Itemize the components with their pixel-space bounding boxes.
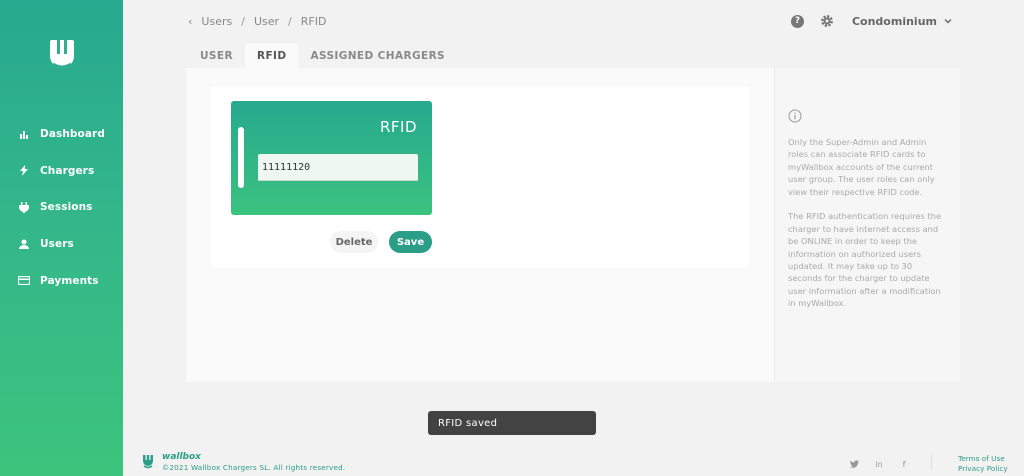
footer-copyright: ©2021 Wallbox Chargers SL. All rights re… [162, 463, 346, 472]
sidebar-nav: Dashboard Chargers Sessions Users Paymen… [0, 116, 123, 299]
footer-links: Terms of Use Privacy Policy [958, 454, 1008, 474]
sidebar-item-label: Dashboard [40, 128, 105, 141]
card-strip [238, 127, 244, 188]
tab-bar: USER RFID ASSIGNED CHARGERS [188, 43, 457, 69]
breadcrumb-separator: / [241, 14, 245, 28]
chevron-left-icon[interactable]: ‹ [188, 15, 192, 28]
organization-selector[interactable]: Condominium [852, 15, 952, 28]
chevron-down-icon [944, 19, 952, 24]
breadcrumb: ‹ Users / User / RFID [188, 14, 326, 28]
breadcrumb-item-user[interactable]: User [254, 15, 279, 28]
toast-notification: RFID saved [428, 411, 596, 435]
sidebar-item-sessions[interactable]: Sessions [0, 189, 123, 226]
footer-brand: wallbox [162, 452, 201, 462]
tab-rfid[interactable]: RFID [244, 43, 299, 69]
gear-icon[interactable] [820, 14, 834, 28]
credit-card-icon [18, 275, 30, 287]
sidebar-item-chargers[interactable]: Chargers [0, 153, 123, 190]
breadcrumb-item-users[interactable]: Users [201, 15, 232, 28]
info-paragraph: Only the Super-Admin and Admin roles can… [788, 137, 935, 197]
wallbox-logo-icon[interactable] [49, 38, 75, 78]
facebook-icon[interactable]: f [899, 459, 909, 469]
save-button[interactable]: Save [389, 231, 432, 253]
rfid-card: RFID [231, 101, 432, 215]
info-text: Only the Super-Admin and Admin roles can… [788, 136, 948, 322]
footer-divider [931, 455, 932, 469]
help-icon[interactable]: ? [790, 14, 804, 28]
organization-name: Condominium [851, 14, 937, 28]
sidebar-item-label: Users [40, 238, 74, 251]
sidebar: Dashboard Chargers Sessions Users Paymen… [0, 0, 123, 476]
sidebar-item-label: Sessions [40, 201, 93, 214]
tab-user[interactable]: USER [188, 43, 245, 69]
sidebar-item-label: Chargers [40, 164, 95, 177]
header-actions: ? Condominium [790, 12, 952, 30]
twitter-icon[interactable] [849, 459, 859, 469]
terms-link[interactable]: Terms of Use [958, 454, 1008, 464]
bar-chart-icon [18, 128, 30, 140]
bolt-icon [18, 165, 30, 177]
breadcrumb-item-rfid: RFID [300, 14, 327, 28]
linkedin-icon[interactable]: in [874, 459, 884, 469]
info-icon [788, 109, 802, 123]
wallbox-footer-logo-icon [143, 455, 153, 469]
sidebar-item-users[interactable]: Users [0, 226, 123, 263]
rfid-code-input[interactable] [258, 154, 418, 181]
plug-icon [18, 201, 30, 213]
sidebar-item-payments[interactable]: Payments [0, 262, 123, 299]
sidebar-item-label: Payments [40, 274, 99, 287]
delete-button[interactable]: Delete [330, 231, 378, 253]
privacy-link[interactable]: Privacy Policy [958, 464, 1008, 474]
sidebar-item-dashboard[interactable]: Dashboard [0, 116, 123, 153]
breadcrumb-separator: / [288, 14, 292, 28]
tab-assigned-chargers[interactable]: ASSIGNED CHARGERS [298, 43, 457, 69]
user-icon [18, 238, 30, 250]
social-links: in f [849, 459, 924, 469]
rfid-card-title: RFID [379, 118, 417, 136]
info-paragraph: The RFID authentication requires the cha… [788, 211, 942, 309]
